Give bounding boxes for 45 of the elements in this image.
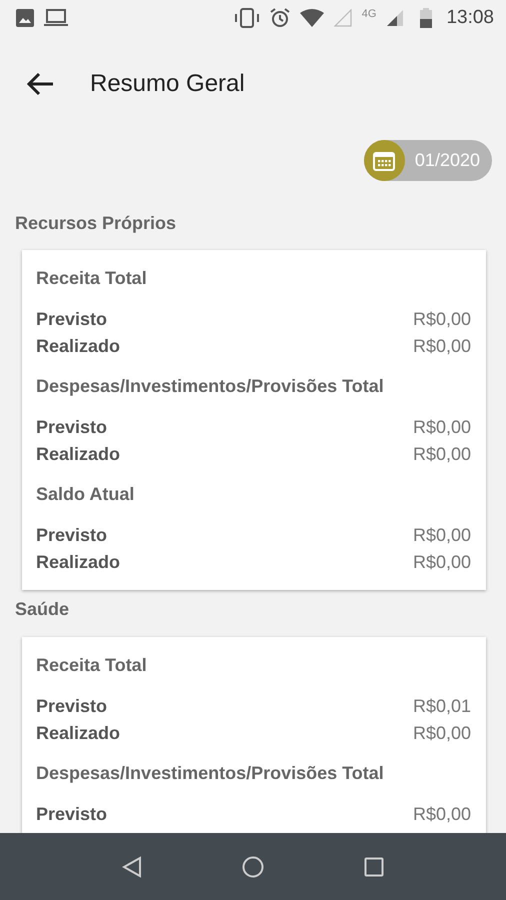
group-title: Despesas/Investimentos/Provisões Total <box>36 375 385 398</box>
row-value: R$0,00 <box>412 722 471 745</box>
back-triangle-icon <box>122 856 142 878</box>
signal-icon <box>386 9 404 27</box>
back-arrow-icon <box>26 72 54 96</box>
back-nav-button[interactable] <box>122 856 142 878</box>
row-value: R$0,00 <box>412 416 471 439</box>
row-label: Previsto <box>36 416 108 439</box>
row-label: Previsto <box>36 803 108 826</box>
clock-time: 13:08 <box>446 7 494 29</box>
calendar-icon <box>373 150 396 170</box>
network-label: 4G <box>362 8 376 20</box>
section-title: Recursos Próprios <box>14 212 178 235</box>
group-title: Receita Total <box>36 267 148 290</box>
alarm-icon <box>270 8 290 28</box>
laptop-icon <box>44 9 68 27</box>
row-label: Realizado <box>36 335 120 358</box>
row-value: R$0,00 <box>412 524 471 547</box>
row-value: R$0,00 <box>412 308 471 331</box>
wifi-icon <box>300 9 324 27</box>
page-title: Resumo Geral <box>90 70 245 98</box>
battery-icon <box>420 8 432 28</box>
row-value: R$0,01 <box>412 695 471 718</box>
recents-nav-button[interactable] <box>364 856 384 876</box>
row-label: Realizado <box>36 443 120 466</box>
vibrate-icon <box>234 8 260 28</box>
recents-square-icon <box>364 856 384 876</box>
row-label: Previsto <box>36 308 108 331</box>
row-value: R$0,00 <box>412 803 471 826</box>
signal-icon <box>334 9 352 27</box>
row-value: R$0,00 <box>412 335 471 358</box>
home-circle-icon <box>242 856 264 878</box>
home-nav-button[interactable] <box>242 856 264 878</box>
period-selector[interactable]: 01/2020 <box>364 140 492 181</box>
image-icon <box>16 9 34 27</box>
group-title: Saldo Atual <box>36 483 136 506</box>
row-label: Previsto <box>36 695 108 718</box>
row-label: Realizado <box>36 722 120 745</box>
section-title: Saúde <box>14 598 70 621</box>
row-label: Realizado <box>36 551 120 574</box>
row-value: R$0,00 <box>412 551 471 574</box>
row-label: Previsto <box>36 524 108 547</box>
group-title: Despesas/Investimentos/Provisões Total <box>36 762 385 785</box>
row-value: R$0,00 <box>412 443 471 466</box>
group-title: Receita Total <box>36 654 148 677</box>
